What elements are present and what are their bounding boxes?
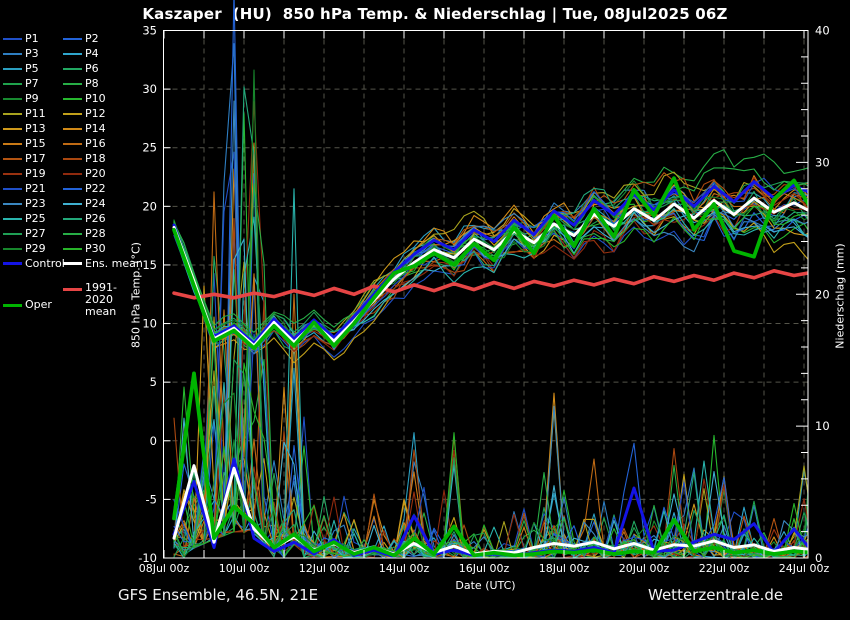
svg-text:-5: -5 [146, 492, 157, 506]
svg-text:08Jul 00z: 08Jul 00z [139, 562, 190, 575]
svg-text:20Jul 00z: 20Jul 00z [619, 562, 670, 575]
svg-text:25: 25 [142, 141, 157, 155]
svg-text:16Jul 00z: 16Jul 00z [459, 562, 510, 575]
footer-brand: Wetterzentrale.de [648, 586, 783, 604]
svg-text:10Jul 00z: 10Jul 00z [219, 562, 270, 575]
svg-text:20: 20 [815, 287, 830, 301]
svg-text:5: 5 [150, 375, 157, 389]
svg-text:12Jul 00z: 12Jul 00z [299, 562, 350, 575]
y-axis-title-left: 850 hPa Temp. (°C) [130, 242, 143, 348]
svg-text:30: 30 [142, 82, 157, 96]
svg-text:14Jul 00z: 14Jul 00z [379, 562, 430, 575]
svg-text:0: 0 [150, 434, 157, 448]
y-axis-title-right: Niederschlag (mm) [834, 243, 847, 348]
svg-text:10: 10 [815, 419, 830, 433]
svg-text:20: 20 [142, 199, 157, 213]
svg-text:22Jul 00z: 22Jul 00z [699, 562, 750, 575]
svg-text:30: 30 [815, 155, 830, 169]
svg-text:18Jul 00z: 18Jul 00z [539, 562, 590, 575]
ensemble-chart: -10-50510152025303501020304008Jul 00z10J… [0, 0, 850, 620]
svg-text:40: 40 [815, 24, 830, 38]
svg-text:35: 35 [142, 24, 157, 38]
svg-text:15: 15 [142, 258, 157, 272]
svg-text:24Jul 00z: 24Jul 00z [779, 562, 830, 575]
meteogram-page: Kaszaper (HU) 850 hPa Temp. & Niederschl… [0, 0, 850, 620]
svg-text:10: 10 [142, 317, 157, 331]
footer-model-info: GFS Ensemble, 46.5N, 21E [118, 586, 318, 604]
